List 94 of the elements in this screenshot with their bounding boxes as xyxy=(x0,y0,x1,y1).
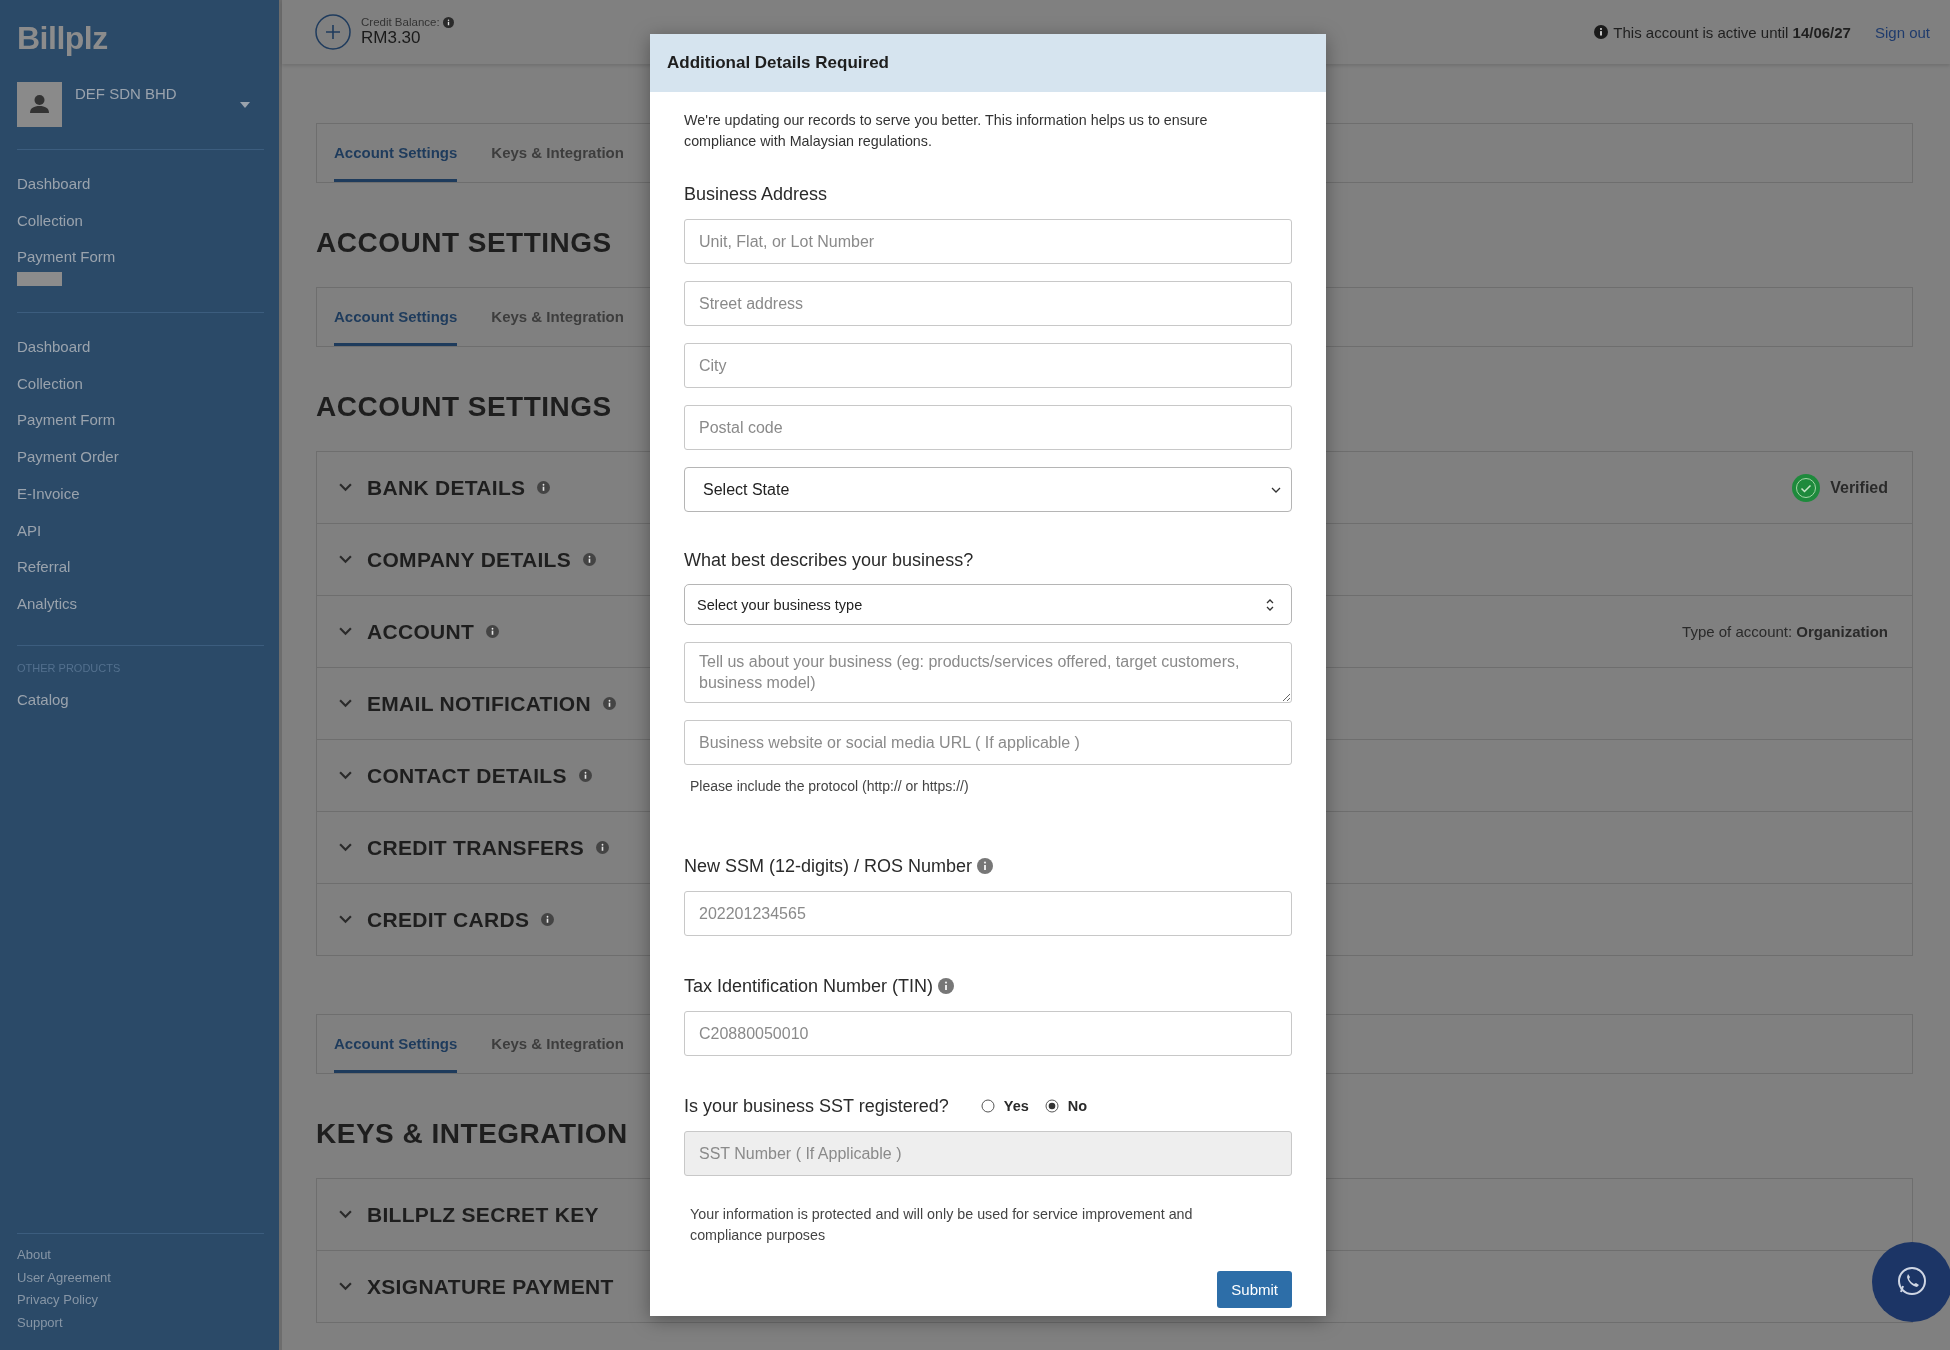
chevron-icon xyxy=(339,483,352,492)
sidebar-item[interactable]: Referral xyxy=(17,549,262,586)
field-label: Tax Identification Number (TIN) xyxy=(684,975,934,997)
ssm-number-field[interactable]: 202201234565 xyxy=(684,891,1292,936)
tab[interactable]: Account Settings xyxy=(334,1015,458,1073)
tin-field[interactable]: C20880050010 xyxy=(684,1011,1292,1056)
footer-link[interactable]: Support xyxy=(17,1311,262,1334)
tab[interactable]: Account Settings xyxy=(334,124,458,182)
sidebar-item[interactable]: Payment Order xyxy=(17,439,262,476)
status-label: Verified xyxy=(1830,478,1888,497)
info-icon xyxy=(938,978,955,994)
account-status-text: This account is active until 14/06/27 xyxy=(1613,23,1851,41)
input-field[interactable]: Postal code xyxy=(684,405,1292,450)
chevron-icon xyxy=(339,1282,352,1291)
accordion-title: BILLPLZ SECRET KEY xyxy=(367,1202,599,1227)
credit-label: Credit Balance: xyxy=(361,16,440,28)
section-heading: ACCOUNT SETTINGS xyxy=(316,390,612,424)
hint-text: Please include the protocol (http:// or https://) xyxy=(690,778,970,794)
accordion-title: EMAIL NOTIFICATION xyxy=(367,691,591,716)
privacy-note: Your information is protected and will only be used for service improvement and compliance purposes xyxy=(690,1205,1194,1245)
accordion-title: ACCOUNT xyxy=(367,619,475,644)
submit-button[interactable]: Submit xyxy=(1217,1271,1292,1308)
sidebar-item[interactable]: Payment Form xyxy=(17,402,262,440)
section-heading: ACCOUNT SETTINGS xyxy=(316,226,612,260)
info-icon xyxy=(578,769,592,782)
sidebar-item[interactable]: Dashboard xyxy=(17,329,262,366)
accordion-title: CREDIT CARDS xyxy=(367,907,530,932)
tab[interactable]: Account Settings xyxy=(334,288,458,346)
accordion-title: BANK DETAILS xyxy=(367,475,526,500)
accordion-title: COMPANY DETAILS xyxy=(367,547,571,572)
input-field[interactable]: City xyxy=(684,343,1292,388)
chevron-icon xyxy=(339,843,352,852)
up-down-chevron-icon xyxy=(1265,597,1275,612)
info-icon xyxy=(537,481,551,494)
state-select[interactable]: Select State xyxy=(684,467,1292,512)
caret-icon[interactable] xyxy=(240,102,250,108)
info-icon xyxy=(977,858,994,874)
tab[interactable]: Keys & Integration xyxy=(491,288,624,346)
modal-title: Additional Details Required xyxy=(667,53,889,73)
sidebar-item[interactable]: Analytics xyxy=(17,585,262,623)
accordion-title: CREDIT TRANSFERS xyxy=(367,835,585,860)
account-name[interactable]: DEF SDN BHD xyxy=(75,85,177,102)
radio-button[interactable] xyxy=(1044,1099,1059,1113)
section-heading: KEYS & INTEGRATION xyxy=(316,1117,628,1151)
tab[interactable]: Keys & Integration xyxy=(491,1015,624,1073)
chevron-icon xyxy=(339,555,352,564)
chevron-icon xyxy=(339,915,352,924)
chevron-icon xyxy=(339,699,352,708)
check-circle-icon xyxy=(1792,473,1821,502)
footer-link[interactable]: Privacy Policy xyxy=(17,1289,262,1312)
tab[interactable]: Keys & Integration xyxy=(491,124,624,182)
input-field[interactable]: Unit, Flat, or Lot Number xyxy=(684,219,1292,264)
info-icon xyxy=(596,841,610,854)
field-label: New SSM (12-digits) / ROS Number xyxy=(684,855,973,877)
info-icon xyxy=(486,625,500,638)
sidebar-item[interactable]: Dashboard xyxy=(17,166,262,203)
info-icon xyxy=(602,697,616,710)
logo[interactable]: Billplz xyxy=(17,20,262,60)
business-type-select[interactable]: Select your business type xyxy=(684,584,1292,625)
info-icon xyxy=(583,553,596,566)
accordion-title: CONTACT DETAILS xyxy=(367,763,567,788)
add-icon[interactable] xyxy=(315,14,351,50)
redacted-bar xyxy=(17,272,62,287)
info-icon xyxy=(541,913,555,926)
intro-text: We're updating our records to serve you better. This information helps us to ensure compliance with Malaysian regulations. xyxy=(684,111,1209,151)
sidebar-item[interactable]: Collection xyxy=(17,365,262,403)
footer-link[interactable]: User Agreement xyxy=(17,1266,262,1290)
radio-label[interactable]: Yes xyxy=(1003,1098,1029,1114)
input-field[interactable]: Street address xyxy=(684,281,1292,326)
sidebar-item[interactable]: API xyxy=(17,512,262,550)
sidebar-item[interactable]: E-Invoice xyxy=(17,475,262,513)
info-icon xyxy=(442,16,454,28)
chevron-down-icon xyxy=(1271,486,1281,493)
description-field[interactable]: Tell us about your business (eg: products/services offered, target customers, business model) xyxy=(684,642,1292,703)
chevron-icon xyxy=(339,771,352,780)
credit-value: RM3.30 xyxy=(361,28,422,48)
field-heading: What best describes your business? xyxy=(684,548,975,572)
sidebar-item[interactable]: Payment Form xyxy=(17,239,262,277)
account-type-text: Type of account: Organization xyxy=(1682,623,1888,640)
avatar-icon[interactable] xyxy=(17,82,62,127)
sidebar-item[interactable]: Catalog xyxy=(17,681,262,719)
field-label: Is your business SST registered? xyxy=(684,1095,949,1117)
sign-out-link[interactable]: Sign out xyxy=(1874,23,1930,41)
info-icon xyxy=(1594,25,1609,39)
field-heading: Business Address xyxy=(684,182,829,206)
radio-label[interactable]: No xyxy=(1067,1098,1088,1114)
chevron-icon xyxy=(339,1210,352,1219)
chevron-icon xyxy=(339,627,352,636)
radio-button[interactable] xyxy=(980,1099,995,1113)
chat-icon[interactable] xyxy=(1872,1242,1950,1322)
sidebar-item[interactable]: Collection xyxy=(17,202,262,240)
footer-link[interactable]: About xyxy=(17,1244,262,1267)
accordion-title: XSIGNATURE PAYMENT xyxy=(367,1274,614,1299)
website-field[interactable]: Business website or social media URL ( If applicable ) xyxy=(684,720,1292,765)
